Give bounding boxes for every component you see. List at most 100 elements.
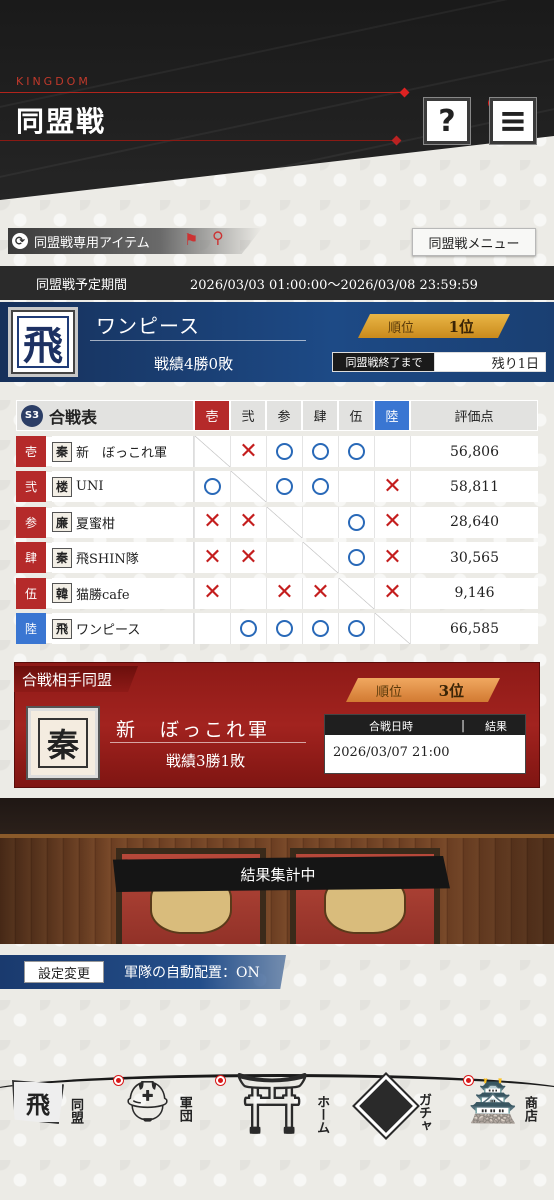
result-header: 結果: [485, 720, 507, 733]
result-cell: [374, 436, 410, 467]
nav-shop-label: 商店: [521, 1096, 537, 1122]
row-number: 弐: [16, 471, 46, 503]
remaining-time: 残り1日: [434, 352, 546, 372]
refresh-icon: ⟳: [12, 233, 28, 249]
opponent-rank-plate: 順位 3位: [346, 678, 500, 702]
result-cell: ✕: [302, 577, 338, 609]
alliance-name: ワンピース: [76, 623, 141, 638]
nav-home-label: ホーム: [314, 1095, 330, 1134]
win-circle-icon: [276, 443, 293, 460]
result-cell: ✕: [374, 542, 410, 574]
table-row: 伍韓猫勝cafe ✕ ✕ ✕ ✕ 9,146: [16, 577, 538, 609]
result-cell: [338, 506, 374, 538]
alliance-emblem-icon: 秦: [52, 547, 72, 568]
nav-alliance[interactable]: 飛 同盟: [12, 1080, 104, 1124]
row-number: 壱: [16, 436, 46, 467]
result-cell: ✕: [230, 542, 266, 574]
opponent-rank-label: 順位: [376, 684, 403, 700]
result-banner: 結果集計中: [112, 856, 450, 892]
score-cell: 9,146: [410, 577, 538, 609]
auto-placement-status: 軍隊の自動配置：ON: [124, 965, 260, 981]
col-header-2: 弐: [230, 400, 266, 431]
col-header-6: 陸: [374, 400, 410, 431]
alliance-item-label: 同盟戦専用アイテム: [34, 235, 150, 251]
result-cell: [230, 613, 266, 644]
table-row: 参廉夏蜜柑 ✕ ✕ ✕ 28,640: [16, 506, 538, 538]
result-cell: [338, 542, 374, 574]
own-alliance-name: ワンピース: [96, 314, 200, 338]
loss-cross-icon: ✕: [203, 509, 222, 535]
nav-shop[interactable]: 🏯 商店: [468, 1082, 554, 1122]
row-number: 参: [16, 506, 46, 538]
alliance-item-button[interactable]: ⟳ 同盟戦専用アイテム: [12, 230, 150, 252]
alliance-emblem-icon: 楼: [52, 476, 72, 497]
opponent-divider: [110, 742, 306, 743]
win-circle-icon: [312, 443, 329, 460]
nav-army-label: 軍団: [176, 1096, 192, 1122]
header-divider: [0, 92, 404, 93]
loss-cross-icon: ✕: [203, 580, 222, 606]
alliance-menu-button[interactable]: 同盟戦メニュー: [412, 228, 536, 256]
result-cell: ✕: [266, 577, 302, 609]
result-cell: ✕: [374, 506, 410, 538]
own-crest: 飛: [8, 307, 78, 377]
alliance-cell: 楼 UNI: [52, 471, 194, 503]
end-label: 同盟戦終了まで: [332, 352, 436, 372]
table-header: S3 合戦表 壱 弐 参 肆 伍 陸 評価点: [16, 400, 538, 431]
flag-icon[interactable]: ⚑: [184, 230, 198, 249]
alliance-cell: 韓猫勝cafe: [52, 577, 194, 609]
alliance-cell: 秦飛SHIN隊: [52, 542, 194, 574]
opponent-crest-char: 秦: [38, 718, 88, 768]
alliance-emblem-icon: 韓: [52, 583, 72, 604]
nav-gacha[interactable]: ガチャ: [354, 1074, 471, 1138]
alliance-cell: 秦新 ぼっこれ軍: [52, 436, 194, 467]
nav-home[interactable]: ⛩ ホーム: [234, 1074, 369, 1134]
battle-schedule-header: 合戦日時 | 結果: [325, 715, 525, 735]
result-cell: [194, 436, 230, 467]
score-cell: 28,640: [410, 506, 538, 538]
result-cell: [302, 542, 338, 574]
opponent-name: 新 ぼっこれ軍: [116, 719, 271, 741]
result-cell: [338, 436, 374, 467]
alliance-name: 新 ぼっこれ軍: [76, 446, 168, 461]
castle-icon: ⛩: [234, 1069, 311, 1139]
battle-date: 2026/03/07 21:00: [333, 745, 450, 760]
alliance-cell: 飛ワンピース: [52, 613, 194, 644]
shop-icon: 🏯: [468, 1079, 518, 1125]
hamburger-icon: ≡: [498, 101, 528, 141]
season-badge: S3: [21, 404, 43, 427]
crest-char: 飛: [17, 316, 69, 369]
score-cell: 30,565: [410, 542, 538, 574]
result-cell: [230, 471, 266, 503]
rank-label: 順位: [388, 320, 415, 336]
result-cell: [194, 613, 230, 644]
result-cell: [194, 471, 230, 503]
table-row: 弐楼 UNI ✕ 58,811: [16, 471, 538, 503]
loss-cross-icon: ✕: [383, 544, 402, 570]
settings-button[interactable]: 設定変更: [24, 961, 104, 983]
score-header: 評価点: [410, 400, 538, 431]
nav-army[interactable]: ⛑ 軍団: [122, 1082, 213, 1122]
win-circle-icon: [276, 620, 293, 637]
table-row: 壱秦新 ぼっこれ軍 ✕ 56,806: [16, 436, 538, 467]
win-circle-icon: [348, 443, 365, 460]
alliance-name: 猫勝cafe: [76, 587, 130, 603]
result-cell: [266, 506, 302, 538]
result-cell: [266, 613, 302, 644]
gate-beam: [0, 798, 554, 838]
result-cell: [302, 613, 338, 644]
result-cell: ✕: [194, 542, 230, 574]
result-cell: [230, 577, 266, 609]
result-cell: ✕: [194, 506, 230, 538]
loss-cross-icon: ✕: [239, 544, 258, 570]
result-cell: [374, 613, 410, 644]
loss-cross-icon: ✕: [239, 438, 258, 464]
row-number: 伍: [16, 577, 46, 609]
table-row: 肆秦飛SHIN隊 ✕ ✕ ✕ 30,565: [16, 542, 538, 574]
help-button[interactable]: ?: [424, 98, 470, 144]
pin-flag-icon[interactable]: ⚲: [212, 228, 224, 247]
result-cell: [266, 542, 302, 574]
menu-button[interactable]: ≡: [490, 98, 536, 144]
win-circle-icon: [348, 620, 365, 637]
score-cell: 56,806: [410, 436, 538, 467]
